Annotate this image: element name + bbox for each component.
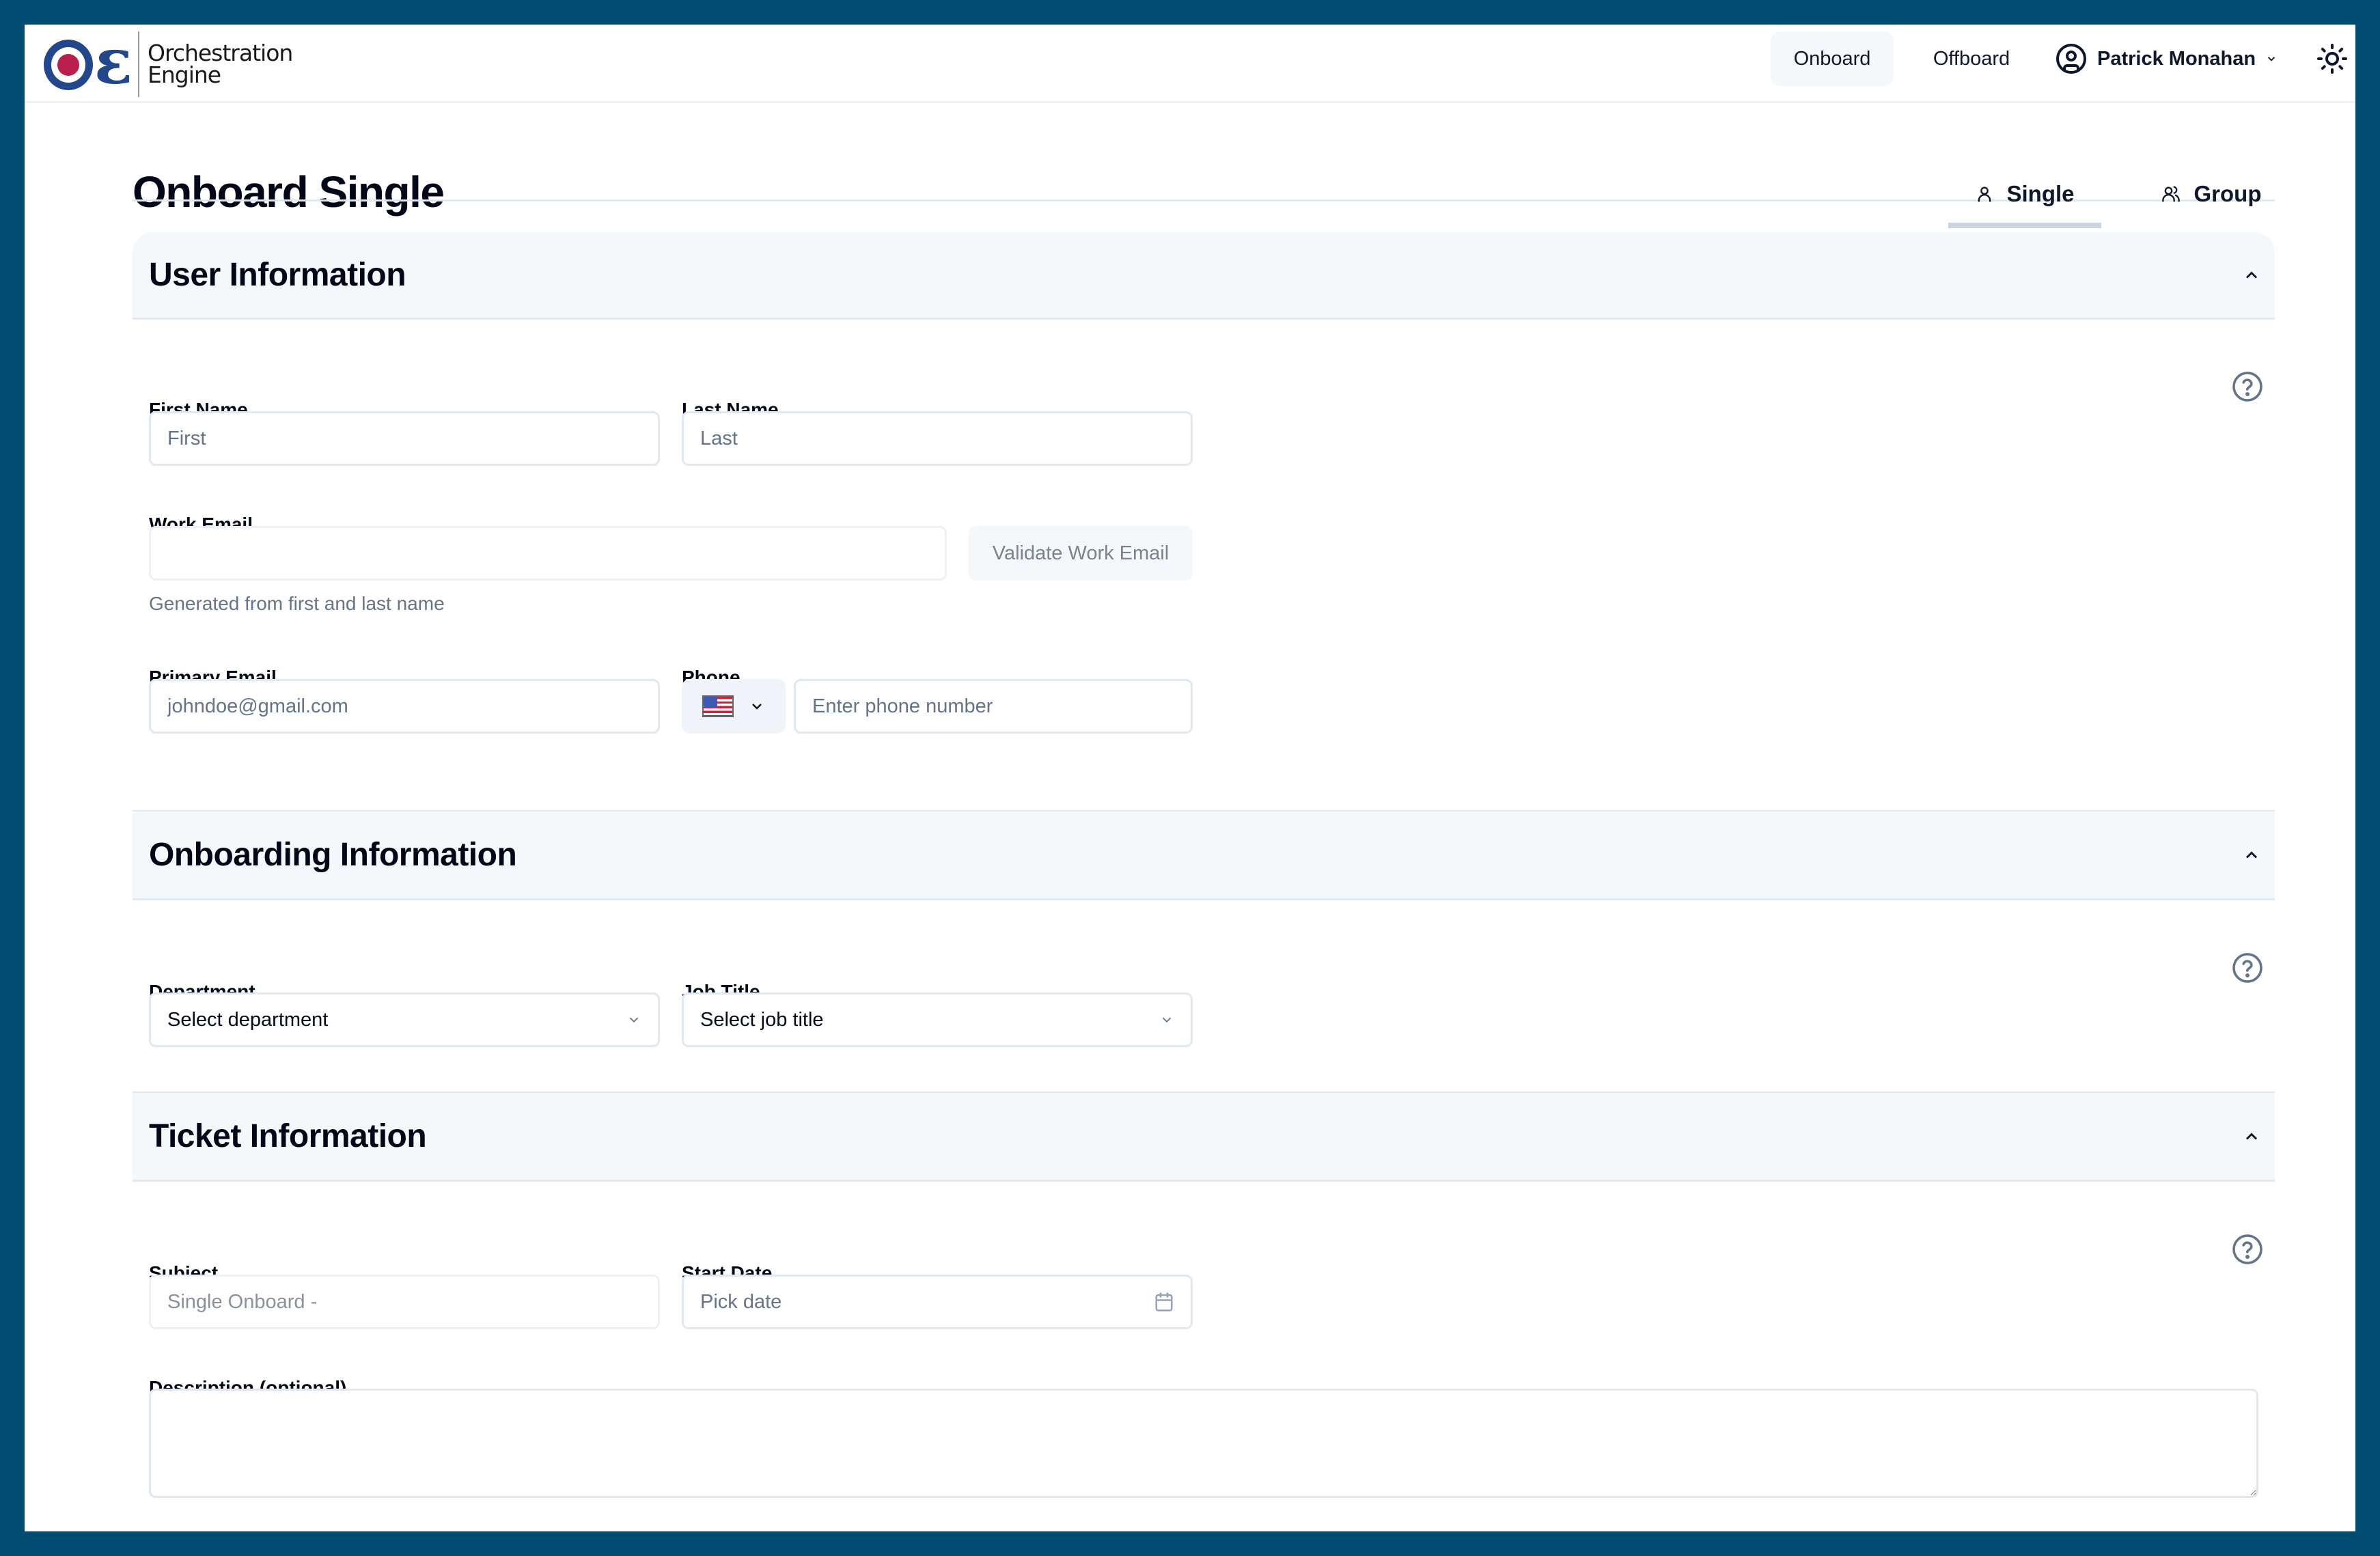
onboarding-information-title: Onboarding Information [149, 837, 517, 873]
us-flag-icon [702, 695, 734, 717]
ticket-information-header[interactable]: Ticket Information [133, 1092, 2275, 1182]
chevron-down-icon [2267, 57, 2275, 61]
app-window: ε Orchestration Engine Onboard Offboard … [25, 25, 2355, 1531]
logo-line-1: Orchestration [148, 39, 293, 66]
onboarding-information-header[interactable]: Onboarding Information [133, 810, 2275, 900]
user-information-header[interactable]: User Information [133, 232, 2275, 320]
logo-text: Orchestration Engine [148, 39, 293, 88]
work-email-input[interactable] [149, 526, 947, 581]
department-selected-value: Select department [167, 1008, 329, 1031]
help-circle-icon[interactable] [2231, 1233, 2264, 1266]
nav-offboard-button[interactable]: Offboard [1910, 31, 2033, 86]
job-title-select[interactable]: Select job title [682, 992, 1193, 1047]
nav-onboard-button[interactable]: Onboard [1771, 31, 1894, 86]
user-name: Patrick Monahan [2097, 47, 2256, 70]
phone-input[interactable] [794, 679, 1193, 734]
user-information-title: User Information [149, 257, 406, 293]
validate-work-email-button[interactable]: Validate Work Email [969, 526, 1193, 581]
oe-logo-icon: ε [44, 30, 133, 93]
chevron-up-icon[interactable] [2242, 846, 2261, 865]
logo-divider [138, 31, 139, 97]
sun-icon[interactable] [2316, 42, 2349, 75]
subject-input[interactable] [149, 1275, 660, 1329]
chevron-down-icon [752, 704, 762, 710]
country-code-select[interactable] [682, 679, 786, 734]
tab-single[interactable]: Single [1948, 168, 2101, 228]
tab-group[interactable]: Group [2149, 168, 2272, 220]
chevron-down-icon [629, 1017, 639, 1023]
tab-group-label: Group [2194, 181, 2262, 206]
top-navigation-bar: ε Orchestration Engine Onboard Offboard … [25, 25, 2355, 103]
tab-single-label: Single [2006, 181, 2075, 206]
work-email-helper-text: Generated from first and last name [149, 593, 445, 614]
page-title: Onboard Single [133, 167, 445, 217]
department-select[interactable]: Select department [149, 992, 660, 1047]
description-textarea[interactable] [149, 1389, 2258, 1498]
calendar-icon [1155, 1292, 1173, 1311]
ticket-information-title: Ticket Information [149, 1118, 427, 1154]
start-date-picker[interactable]: Pick date [682, 1275, 1193, 1329]
chevron-up-icon[interactable] [2242, 266, 2261, 285]
primary-email-input[interactable] [149, 679, 660, 734]
help-circle-icon[interactable] [2231, 951, 2264, 984]
users-icon [2161, 186, 2180, 202]
last-name-input[interactable] [682, 411, 1193, 466]
user-menu-button[interactable]: Patrick Monahan [2055, 31, 2278, 86]
app-logo[interactable]: ε Orchestration Engine [44, 30, 293, 97]
start-date-placeholder: Pick date [700, 1290, 782, 1313]
job-title-selected-value: Select job title [700, 1008, 824, 1031]
help-circle-icon[interactable] [2231, 370, 2264, 403]
chevron-down-icon [1162, 1017, 1172, 1023]
chevron-up-icon[interactable] [2242, 1127, 2261, 1146]
user-circle-icon [2056, 44, 2086, 74]
user-icon [1978, 186, 1991, 202]
first-name-input[interactable] [149, 411, 660, 466]
logo-line-2: Engine [148, 61, 221, 88]
